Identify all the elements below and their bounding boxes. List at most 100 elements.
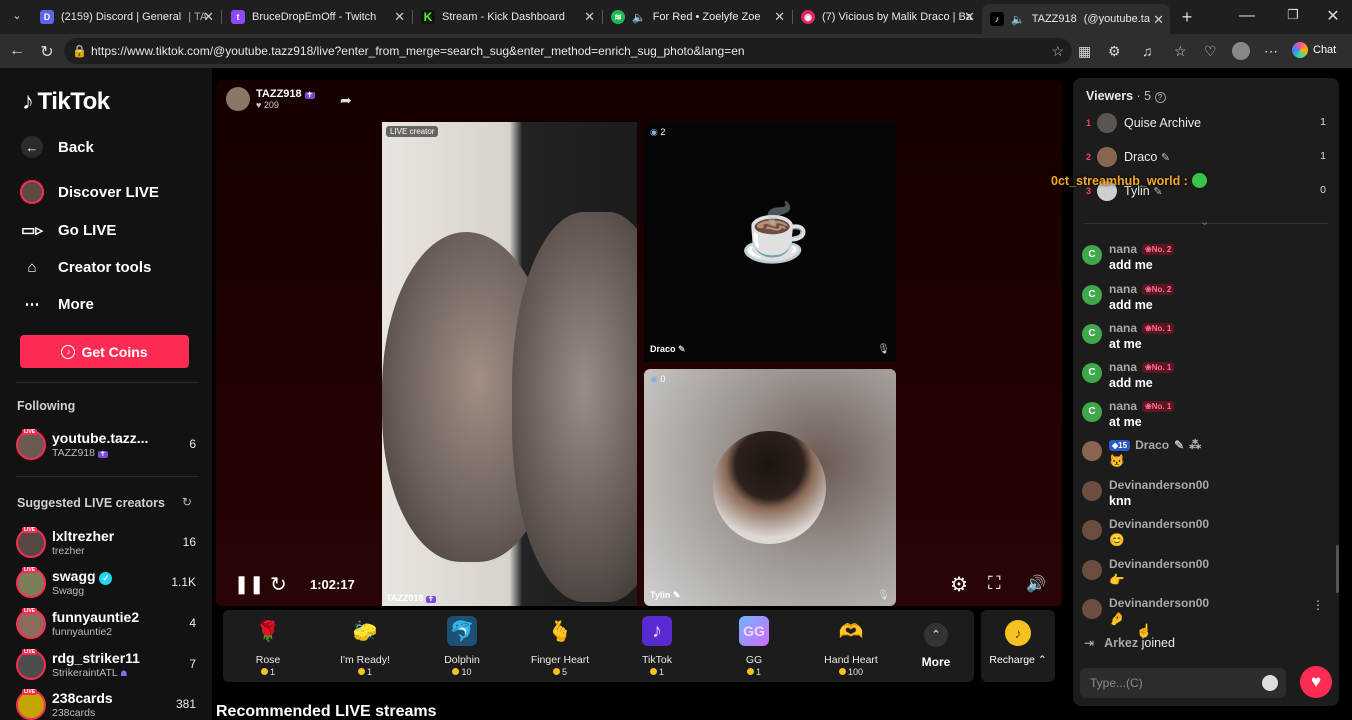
nav-more[interactable]: ⋯ More — [20, 292, 94, 316]
avatar: C — [1082, 363, 1102, 383]
close-tab-icon[interactable]: ✕ — [964, 9, 975, 25]
close-tab-icon[interactable]: ✕ — [203, 9, 214, 25]
site-info-icon[interactable]: 🔒 — [72, 38, 87, 64]
gift-item[interactable]: 🫰 Finger Heart 5 — [520, 616, 600, 678]
rank-badge: ❀No. 2 — [1142, 283, 1175, 295]
chevron-up-icon: ⌃ — [1037, 654, 1047, 666]
close-tab-icon[interactable]: ✕ — [584, 9, 595, 25]
favorite-star-icon[interactable]: ☆ — [1051, 38, 1064, 64]
get-coins-button[interactable]: ♪ Get Coins — [20, 335, 189, 368]
host-info[interactable]: TAZZ918 ✝ ♥ 209 — [226, 87, 315, 111]
new-tab-icon[interactable]: + — [1178, 7, 1196, 28]
chat-message[interactable]: Devinanderson00 😊 — [1082, 517, 1332, 555]
extension-icon[interactable]: ▦ — [1078, 43, 1091, 60]
tab-list-dropdown-icon[interactable]: ⌄ — [8, 9, 26, 22]
chat-message[interactable]: C nana ❀No. 2 add me — [1082, 282, 1332, 320]
gift-item[interactable]: 🫶 Hand Heart 100 — [811, 616, 891, 678]
mouse-cursor-icon: ☝ — [1136, 623, 1153, 638]
like-heart-button[interactable]: ♥ — [1300, 666, 1332, 698]
speaker-icon[interactable]: 🔈 — [632, 11, 646, 24]
media-icon[interactable]: ♫ — [1142, 43, 1153, 59]
chat-message[interactable]: C nana ❀No. 1 add me — [1082, 360, 1332, 398]
message-options-icon[interactable]: ⋮ — [1312, 598, 1324, 612]
browser-essentials-icon[interactable]: ♡ — [1204, 43, 1217, 60]
tab-discord[interactable]: D (2159) Discord | General | TA ✕ — [32, 4, 220, 30]
fullscreen-icon[interactable]: ⛶ — [988, 573, 1001, 594]
close-tab-icon[interactable]: ✕ — [394, 9, 405, 25]
minimize-icon[interactable]: — — [1238, 7, 1256, 25]
profile-avatar-icon[interactable] — [1232, 42, 1250, 60]
suggested-item[interactable]: LIVE rdg_striker11 StrikeraintATL ☗ 7 — [16, 648, 196, 684]
chat-message[interactable]: Devinanderson00 👉 — [1082, 557, 1332, 595]
tab-kick[interactable]: K Stream - Kick Dashboard ✕ — [413, 4, 601, 30]
guest-pane-draco[interactable]: ◉ 2 ☕ Draco ✎ 🎙 — [644, 122, 896, 362]
tiktok-logo[interactable]: ♪ TikTok — [22, 88, 110, 116]
following-item[interactable]: LIVE youtube.tazz... TAZZ918 ✝ 6 — [16, 428, 196, 464]
live-stream-stage[interactable] — [216, 80, 1062, 606]
back-button[interactable]: ← Back — [20, 135, 94, 159]
refresh-icon[interactable]: ↻ — [182, 495, 192, 509]
url-bar[interactable]: 🔒 https://www.tiktok.com/@youtube.tazz91… — [64, 38, 1072, 64]
copilot-chat-button[interactable]: Chat — [1292, 42, 1336, 58]
score-icon: ◉ — [650, 374, 658, 384]
puzzle-icon[interactable]: ⚙ — [1108, 43, 1121, 60]
suggested-item[interactable]: LIVE 238cards 238cards 381 — [16, 688, 196, 720]
gift-item[interactable]: ♪ TikTok 1 — [617, 616, 697, 678]
restore-icon[interactable]: ❐ — [1284, 7, 1302, 23]
gift-item[interactable]: 🌹 Rose 1 — [228, 616, 308, 678]
suggested-item[interactable]: LIVE funnyauntie2 funnyauntie2 4 — [16, 607, 196, 643]
gift-item[interactable]: 🧽 I'm Ready! 1 — [325, 616, 405, 678]
muted-mic-icon: 🎙 — [877, 590, 890, 601]
close-tab-icon[interactable]: ✕ — [1153, 12, 1164, 28]
chevron-down-icon[interactable]: ⌄ — [1200, 215, 1209, 228]
guest-pane-tylin[interactable]: ◉ 0 Tylin ✎ 🎙 — [644, 369, 896, 606]
share-icon[interactable]: ➦ — [340, 92, 352, 109]
recharge-button[interactable]: ♪ Recharge ⌃ — [981, 610, 1055, 682]
volume-icon[interactable]: 🔊 — [1026, 574, 1046, 594]
suggested-item[interactable]: LIVE lxltrezher trezher 16 — [16, 526, 196, 562]
team-icon: ⁂ — [1189, 438, 1202, 452]
guest-avatar — [713, 431, 826, 544]
back-arrow-icon[interactable]: ← — [8, 42, 26, 60]
tiktok-icon: ♪ — [990, 12, 1004, 26]
video-camera-icon: ▭▹ — [21, 222, 43, 239]
chat-scrollbar[interactable] — [1336, 545, 1339, 593]
chat-message[interactable]: Devinanderson00 knn — [1082, 478, 1332, 516]
emoji-icon[interactable] — [1262, 675, 1278, 691]
gift-item[interactable]: 🐬 Dolphin 10 — [422, 616, 502, 678]
tab-tiktok-active[interactable]: ♪ 🔈 TAZZ918 (@youtube.ta ✕ — [982, 4, 1170, 34]
settings-gear-icon[interactable]: ⚙ — [950, 572, 968, 597]
close-tab-icon[interactable]: ✕ — [774, 9, 785, 25]
more-menu-icon[interactable]: ⋯ — [1264, 43, 1278, 60]
avatar — [1082, 441, 1102, 461]
refresh-icon[interactable]: ↻ — [38, 42, 56, 62]
pause-icon[interactable]: ❚❚ — [234, 574, 264, 595]
tab-spotify[interactable]: ≋ 🔈 For Red • Zoelyfe Zoe ✕ — [603, 4, 791, 30]
nav-discover-live[interactable]: Discover LIVE — [20, 180, 159, 204]
refresh-icon[interactable]: ↻ — [270, 572, 287, 597]
window-close-icon[interactable]: ✕ — [1324, 6, 1342, 26]
following-heading: Following — [17, 399, 76, 413]
viewer-row[interactable]: 1 Quise Archive 1 — [1086, 113, 1326, 137]
recommended-heading: Recommended LIVE streams — [216, 703, 437, 720]
suggested-item[interactable]: LIVE swagg ✓ Swagg 1.1K — [16, 566, 196, 602]
gift-item[interactable]: GG GG 1 — [714, 616, 794, 678]
nav-go-live[interactable]: ▭▹ Go LIVE — [20, 218, 116, 242]
nav-creator-tools[interactable]: ⌂ Creator tools — [20, 255, 151, 279]
viewers-heading[interactable]: Viewers · 5 ? — [1086, 89, 1166, 103]
muted-mic-icon: 🎙 — [877, 344, 890, 355]
chat-message[interactable]: C nana ❀No. 1 at me — [1082, 399, 1332, 437]
chat-message[interactable]: C nana ❀No. 2 add me — [1082, 242, 1332, 280]
tab-twitch[interactable]: t BruceDropEmOff - Twitch ✕ — [223, 4, 411, 30]
chat-message[interactable]: C nana ❀No. 1 at me — [1082, 321, 1332, 359]
chat-input[interactable]: Type...(C) — [1080, 668, 1286, 698]
tab-bandcamp[interactable]: ◉ (7) Vicious by Malik Draco | Ban ✕ — [793, 4, 981, 30]
coin-icon — [649, 668, 657, 675]
chat-message[interactable]: ◆15 Draco ✎ ⁂ 😾 — [1082, 438, 1332, 476]
speaker-icon[interactable]: 🔈 — [1011, 13, 1025, 26]
favorites-icon[interactable]: ☆ — [1174, 43, 1187, 60]
viewer-row[interactable]: 2 Draco ✎ 1 — [1086, 147, 1326, 171]
avatar — [1082, 481, 1102, 501]
chat-message[interactable]: Devinanderson00 🤌 ⋮ — [1082, 596, 1332, 634]
more-gifts-button[interactable]: ⌃ More — [921, 623, 951, 669]
